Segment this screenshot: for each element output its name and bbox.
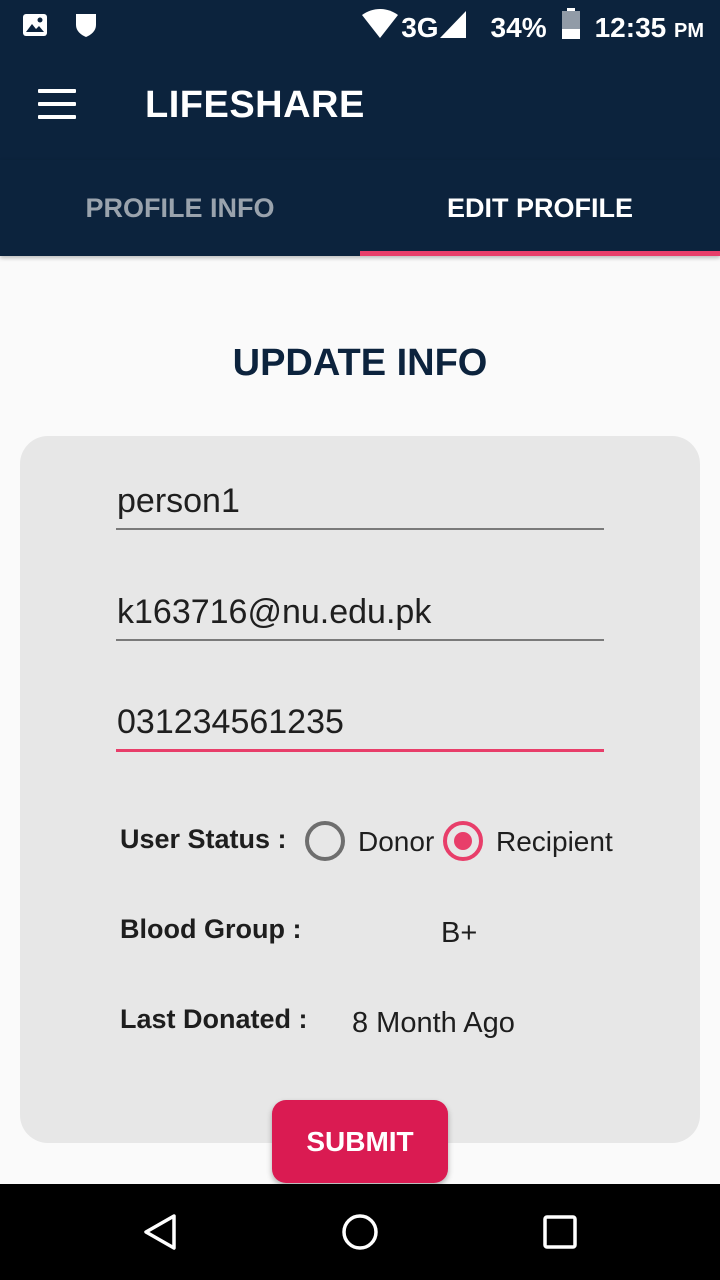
hamburger-menu-icon[interactable] bbox=[38, 89, 76, 119]
user-status-label: User Status : bbox=[120, 824, 287, 854]
system-nav-bar bbox=[0, 1184, 720, 1280]
submit-button[interactable]: SUBMIT bbox=[272, 1100, 448, 1183]
name-field[interactable]: person1 bbox=[116, 474, 604, 530]
recipient-radio[interactable] bbox=[443, 821, 483, 861]
home-icon[interactable] bbox=[336, 1208, 384, 1256]
last-donated-label: Last Donated : bbox=[120, 1004, 308, 1034]
recents-icon[interactable] bbox=[536, 1208, 584, 1256]
recipient-radio-label[interactable]: Recipient bbox=[496, 826, 613, 858]
tab-bar: PROFILE INFO EDIT PROFILE bbox=[0, 160, 720, 256]
phone-field[interactable]: 031234561235 bbox=[116, 696, 604, 752]
battery-icon bbox=[561, 8, 581, 47]
blood-group-value: B+ bbox=[441, 917, 478, 949]
page-title: UPDATE INFO bbox=[232, 342, 488, 384]
battery-percent: 34% bbox=[490, 11, 547, 43]
last-donated-value: 8 Month Ago bbox=[352, 1007, 515, 1039]
status-bar: 3G 34% 12:35 PM bbox=[0, 0, 720, 52]
donor-radio[interactable] bbox=[305, 821, 345, 861]
back-icon[interactable] bbox=[136, 1208, 184, 1256]
wifi-icon bbox=[361, 9, 399, 46]
tab-profile-info[interactable]: PROFILE INFO bbox=[0, 160, 360, 256]
blood-group-label: Blood Group : bbox=[120, 914, 302, 944]
email-field[interactable]: k163716@nu.edu.pk bbox=[116, 585, 604, 641]
clock-time: 12:35 bbox=[594, 11, 667, 43]
donor-radio-label[interactable]: Donor bbox=[358, 826, 434, 858]
app-bar: LIFESHARE bbox=[0, 52, 720, 160]
clock-suffix: PM bbox=[674, 19, 704, 42]
tab-edit-profile[interactable]: EDIT PROFILE bbox=[360, 160, 720, 256]
network-type: 3G bbox=[401, 11, 439, 43]
signal-icon bbox=[439, 9, 467, 46]
image-icon bbox=[22, 13, 48, 42]
clock: 12:35 PM bbox=[595, 12, 704, 44]
app-title: LIFESHARE bbox=[145, 84, 365, 126]
shield-icon bbox=[74, 12, 98, 43]
